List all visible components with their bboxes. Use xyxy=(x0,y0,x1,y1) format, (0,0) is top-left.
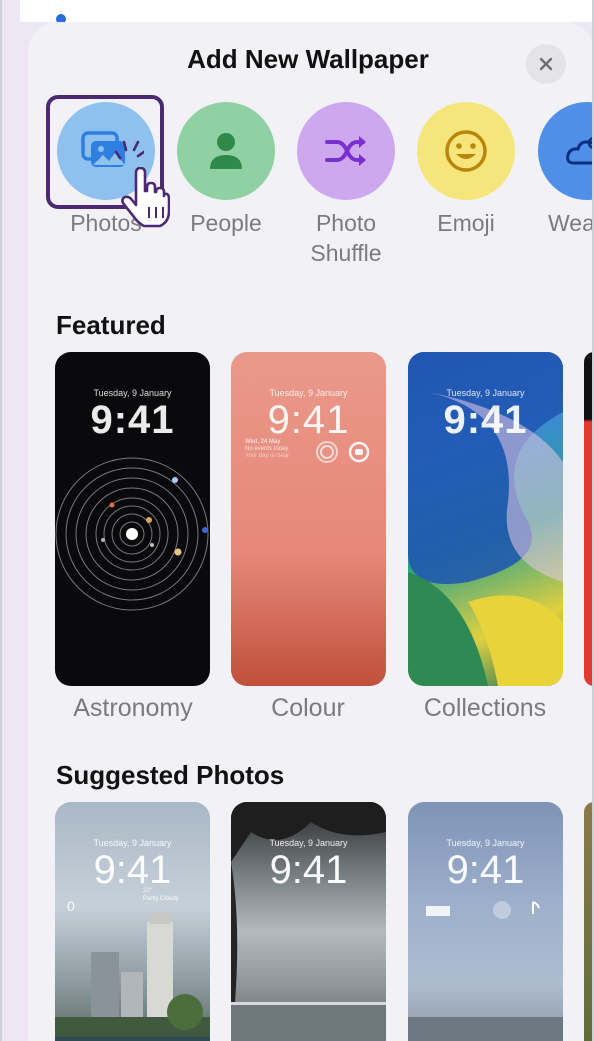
card-time: 9:41 xyxy=(443,398,528,442)
type-label-emoji: Emoji xyxy=(437,210,495,236)
suggested-photo-city[interactable]: Tuesday, 9 January 9:41 0 22° Partly Clo… xyxy=(55,802,210,1041)
card-time: 9:41 xyxy=(90,398,175,442)
shuffle-icon xyxy=(297,102,395,200)
card-date: Tuesday, 9 January xyxy=(93,388,172,398)
type-people[interactable]: People xyxy=(166,102,286,238)
type-label-photo-shuffle: Photo Shuffle xyxy=(310,210,382,266)
card-time: 9:41 xyxy=(269,848,348,892)
sheet-title: Add New Wallpaper xyxy=(187,44,429,74)
type-label-weather: Weat xyxy=(548,210,594,236)
card-date: Tuesday, 9 January xyxy=(269,838,348,848)
card-time: 9:41 xyxy=(93,848,172,892)
type-weather[interactable]: Weat xyxy=(526,102,594,238)
card-label-astronomy: Astronomy xyxy=(73,694,193,722)
add-wallpaper-sheet: Add New Wallpaper Photos People Photo Sh… xyxy=(28,22,594,1041)
card-date: Tuesday, 9 January xyxy=(269,388,348,398)
card-date: Tuesday, 9 January xyxy=(446,388,525,398)
card-time: 9:41 xyxy=(446,848,525,892)
type-emoji[interactable]: Emoji xyxy=(406,102,526,238)
close-button[interactable] xyxy=(526,44,566,84)
solar-system-icon xyxy=(55,457,209,611)
suggested-photo-sky[interactable]: Tuesday, 9 January 9:41 xyxy=(408,802,563,1041)
card-time: 9:41 xyxy=(267,398,350,442)
close-icon xyxy=(539,57,553,71)
featured-card-partial[interactable] xyxy=(584,352,594,686)
weather-text: Partly Cloudy xyxy=(143,896,179,902)
suggested-photo-partial[interactable] xyxy=(584,802,594,1041)
person-icon xyxy=(177,102,275,200)
type-photo-shuffle[interactable]: Photo Shuffle xyxy=(286,102,406,268)
featured-card-colour[interactable]: Tuesday, 9 January 9:41 Wed, 24 May No e… xyxy=(231,352,386,686)
weather-icon xyxy=(538,102,594,200)
suggested-photo-sea[interactable]: Tuesday, 9 January 9:41 xyxy=(231,802,386,1041)
widget-rings-icon xyxy=(316,441,370,463)
type-label-people: People xyxy=(190,210,262,236)
widget-line: Your day is clear xyxy=(245,453,290,459)
featured-card-collections[interactable]: Tuesday, 9 January 9:41 xyxy=(408,352,563,686)
weather-temp: 22° xyxy=(143,888,153,894)
smiley-icon xyxy=(417,102,515,200)
featured-card-astronomy[interactable]: Tuesday, 9 January 9:41 xyxy=(55,352,210,686)
hand-cursor-icon xyxy=(121,167,170,228)
background-screen xyxy=(20,0,594,24)
card-label-colour: Colour xyxy=(271,694,345,722)
widget-value: 0 xyxy=(67,898,75,914)
section-title-featured: Featured xyxy=(56,310,166,340)
section-title-suggested: Suggested Photos xyxy=(56,760,285,790)
card-label-collections: Collections xyxy=(423,694,547,722)
widget-line: No events today xyxy=(245,446,289,452)
widget-date: Wed, 24 May xyxy=(245,439,281,445)
card-date: Tuesday, 9 January xyxy=(93,838,172,848)
card-date: Tuesday, 9 January xyxy=(446,838,525,848)
